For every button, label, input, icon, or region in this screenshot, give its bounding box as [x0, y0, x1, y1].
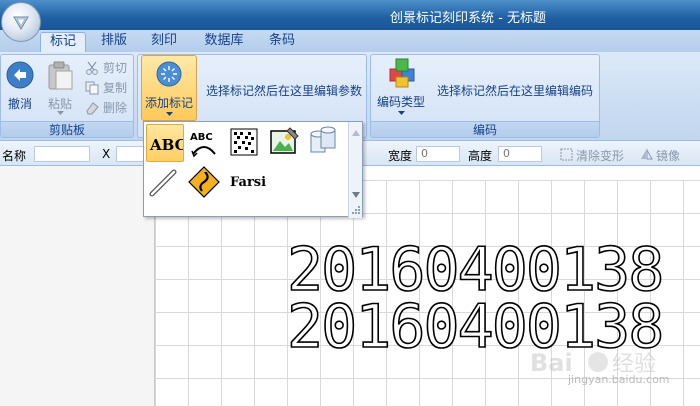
gallery-item-text[interactable]: ABC [146, 124, 187, 162]
delete-label: 删除 [103, 101, 128, 115]
curve-icon [188, 166, 220, 198]
arc-text-icon: ABC [190, 132, 216, 158]
x-label: X [102, 147, 111, 161]
gallery-scrollbar[interactable] [348, 122, 362, 218]
paste-label: 粘贴 [47, 97, 72, 111]
svg-text:ABC: ABC [190, 132, 213, 143]
undo-button[interactable]: 撤消 [3, 57, 37, 117]
encode-group: 编码类型 选择标记然后在这里编辑编码 编码 [370, 54, 600, 138]
title-bar: 创景标记刻印系统 - 无标题 [0, 0, 700, 30]
gallery-item-arc-text[interactable]: ABC [186, 124, 224, 162]
watermark-text: jingyan.baidu.com [568, 373, 670, 386]
gallery-item-cylinder[interactable] [306, 124, 344, 162]
height-label: 高度 [468, 149, 493, 163]
tab-engrave[interactable]: 刻印 [142, 32, 186, 52]
tab-layout[interactable]: 排版 [92, 32, 136, 52]
cubes-icon [389, 58, 415, 88]
scroll-down-icon[interactable] [352, 192, 360, 198]
delete-button[interactable]: 删除 [85, 99, 127, 117]
app-menu-button[interactable] [1, 2, 41, 42]
resize-grip-icon[interactable] [352, 206, 360, 214]
encode-group-label: 编码 [371, 121, 599, 137]
mirror-button[interactable]: 镜像 [640, 147, 680, 164]
gallery-item-curve[interactable] [186, 164, 224, 202]
ribbon-tabs: 标记 排版 刻印 数据库 条码 [0, 30, 700, 52]
dot-matrix-icon [230, 128, 258, 156]
gallery-item-line[interactable] [146, 164, 184, 202]
eraser-icon [86, 102, 99, 115]
gallery-item-image[interactable] [266, 124, 304, 162]
gallery-item-dot-matrix[interactable] [226, 124, 264, 162]
window-title: 创景标记刻印系统 - 无标题 [390, 11, 546, 26]
image-icon [270, 127, 299, 154]
copy-icon [85, 81, 99, 95]
encode-type-button[interactable]: 编码类型 [374, 55, 428, 121]
svg-text:Bai: Bai [530, 349, 573, 377]
encode-type-label: 编码类型 [376, 95, 425, 109]
cut-button[interactable]: 剪切 [85, 59, 127, 77]
name-field[interactable] [34, 146, 90, 162]
abc-text-icon: ABC [149, 136, 187, 154]
width-label: 宽度 [388, 149, 413, 163]
mark-params-hint: 选择标记然后在这里编辑参数 [206, 84, 363, 98]
tab-database[interactable]: 数据库 [196, 32, 252, 52]
cylinder-icon [310, 126, 336, 153]
chevron-down-icon [57, 111, 64, 115]
copy-button[interactable]: 复制 [85, 79, 127, 97]
app-logo-icon [13, 16, 29, 30]
tab-barcode[interactable]: 条码 [260, 32, 304, 52]
add-mark-label: 添加标记 [144, 96, 193, 110]
copy-label: 复制 [103, 81, 128, 95]
chevron-down-icon [398, 111, 405, 115]
paste-icon [48, 61, 73, 90]
encode-hint: 选择标记然后在这里编辑编码 [437, 84, 594, 98]
clipboard-group: 撤消 粘贴 剪切 复制 删除 剪贴板 [0, 54, 134, 138]
add-mark-gallery: ABC ABC Farsi [143, 121, 363, 218]
undo-label: 撤消 [7, 97, 32, 111]
app-window: 创景标记刻印系统 - 无标题 标记 排版 刻印 数据库 条码 撤消 粘贴 剪切 … [0, 0, 700, 406]
mirror-icon [641, 148, 653, 160]
add-mark-icon [156, 61, 182, 87]
text-mark-line-1[interactable]: 20160400138 [286, 239, 665, 301]
cut-label: 剪切 [103, 61, 128, 75]
clipboard-group-label: 剪贴板 [1, 121, 133, 137]
height-field[interactable]: 0 [498, 146, 542, 162]
add-mark-button[interactable]: 添加标记 [141, 55, 197, 121]
side-panel [0, 166, 155, 406]
tab-mark[interactable]: 标记 [40, 32, 86, 52]
x-field[interactable] [116, 146, 146, 162]
scroll-up-icon[interactable] [352, 130, 360, 136]
chevron-down-icon [166, 112, 173, 116]
clear-transform-label: 清除变形 [576, 149, 625, 163]
line-icon [149, 169, 177, 197]
paste-button[interactable]: 粘贴 [41, 57, 79, 117]
mirror-label: 镜像 [656, 149, 681, 163]
svg-text:ABC: ABC [149, 136, 183, 154]
undo-icon [6, 61, 34, 89]
clear-transform-icon [560, 148, 573, 161]
scissors-icon [86, 61, 98, 75]
clear-transform-button[interactable]: 清除变形 [560, 147, 624, 164]
name-label: 名称 [2, 149, 27, 163]
width-field[interactable]: 0 [416, 146, 460, 162]
gallery-item-farsi[interactable]: Farsi [230, 175, 266, 190]
